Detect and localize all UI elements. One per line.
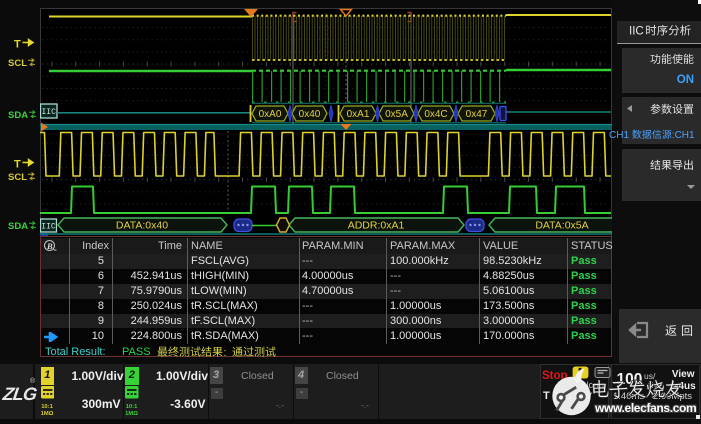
svg-text:ADDR:0xA1: ADDR:0xA1 (348, 220, 405, 232)
svg-text:IIC: IIC (41, 223, 56, 232)
svg-text:0x5A: 0x5A (385, 109, 408, 120)
svg-text:0x40: 0x40 (299, 109, 321, 120)
svg-text:IIC: IIC (629, 25, 644, 37)
svg-text::CH1: :CH1 (672, 130, 695, 141)
svg-text:DATA:0x5A: DATA:0x5A (535, 220, 588, 232)
svg-text:IIC: IIC (41, 108, 56, 117)
svg-text::: : (224, 347, 227, 359)
svg-text:T: T (14, 39, 21, 50)
svg-text:CH1: CH1 (609, 130, 629, 141)
svg-text:0xA1: 0xA1 (347, 109, 370, 120)
svg-text:0xA0: 0xA0 (259, 109, 282, 120)
svg-text:T: T (14, 159, 21, 170)
svg-text:0x4C: 0x4C (424, 109, 447, 120)
svg-text:0x47: 0x47 (466, 109, 488, 120)
svg-text:DATA:0x40: DATA:0x40 (116, 220, 168, 232)
svg-text:B: B (46, 241, 53, 251)
